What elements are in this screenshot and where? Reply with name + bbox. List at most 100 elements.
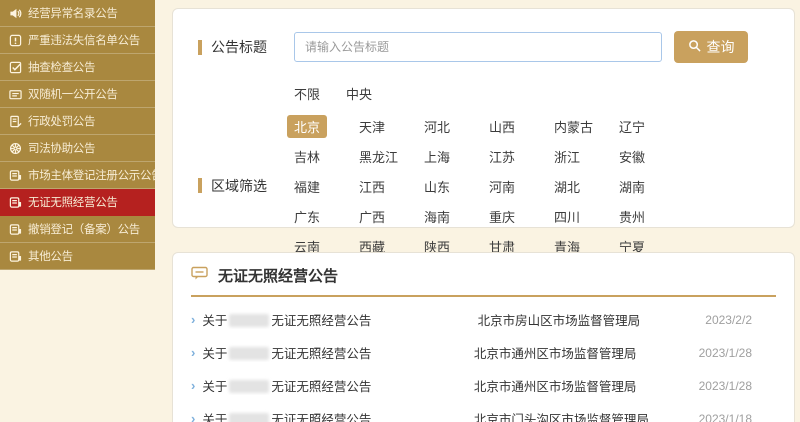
query-button[interactable]: 查询	[674, 31, 748, 63]
search-label: 公告标题	[198, 37, 294, 57]
province-option[interactable]: 福建	[294, 175, 359, 198]
speaker-icon	[8, 6, 23, 21]
province-label: 广西	[352, 205, 392, 228]
province-label: 安徽	[612, 145, 652, 168]
province-option[interactable]: 安徽	[619, 145, 684, 168]
sidebar-item-label: 抽查检查公告	[28, 59, 95, 75]
sidebar-item-label: 严重违法失信名单公告	[28, 32, 140, 48]
province-option[interactable]: 山西	[489, 115, 554, 138]
province-label: 天津	[352, 115, 392, 138]
sidebar-item[interactable]: 其他公告	[0, 243, 155, 270]
province-option[interactable]: 天津	[359, 115, 424, 138]
province-option[interactable]: 内蒙古	[554, 115, 619, 138]
redacted-text	[229, 413, 269, 422]
sidebar-item[interactable]: 双随机一公开公告	[0, 81, 155, 108]
announcement-date: 2023/2/2	[705, 313, 752, 327]
issuing-authority: 北京市房山区市场监督管理局	[478, 310, 706, 329]
province-option[interactable]: 贵州	[619, 205, 684, 228]
announcement-title: 关于无证无照经营公告	[202, 343, 474, 362]
province-option[interactable]: 湖南	[619, 175, 684, 198]
province-label: 山东	[417, 175, 457, 198]
province-option[interactable]: 吉林	[294, 145, 359, 168]
issuing-authority: 北京市通州区市场监督管理局	[474, 343, 699, 362]
sidebar-item[interactable]: 司法协助公告	[0, 135, 155, 162]
province-label: 海南	[417, 205, 457, 228]
announcement-list: ›关于无证无照经营公告北京市房山区市场监督管理局2023/2/2›关于无证无照经…	[173, 303, 794, 422]
sidebar-item[interactable]: 严重违法失信名单公告	[0, 27, 155, 54]
province-label: 上海	[417, 145, 457, 168]
sidebar-item[interactable]: 撤销登记（备案）公告	[0, 216, 155, 243]
province-option[interactable]: 广东	[294, 205, 359, 228]
sidebar-item[interactable]: 经营异常名录公告	[0, 0, 155, 27]
license-icon	[8, 195, 23, 210]
province-option[interactable]: 北京	[294, 115, 359, 138]
province-label: 内蒙古	[547, 115, 600, 138]
province-label: 贵州	[612, 205, 652, 228]
province-option[interactable]: 山东	[424, 175, 489, 198]
province-option[interactable]: 广西	[359, 205, 424, 228]
province-label: 广东	[287, 205, 327, 228]
license-icon	[8, 222, 23, 237]
province-option[interactable]: 黑龙江	[359, 145, 424, 168]
sidebar-item-label: 双随机一公开公告	[28, 86, 118, 102]
license-icon	[8, 249, 23, 264]
region-label-text: 区域筛选	[211, 176, 267, 196]
province-option[interactable]: 浙江	[554, 145, 619, 168]
gold-bar-decoration	[198, 178, 202, 193]
announcement-list-panel: 无证无照经营公告 › 关于无证无照经营公告北京市房山区市场监督管理局2023/2/…	[172, 252, 795, 422]
sidebar-item[interactable]: 行政处罚公告	[0, 108, 155, 135]
search-label-text: 公告标题	[211, 37, 267, 57]
chevron-right-icon: ›	[191, 345, 195, 360]
province-label: 湖北	[547, 175, 587, 198]
checkbox-icon	[8, 60, 23, 75]
announcement-date: 2023/1/18	[699, 412, 752, 422]
province-label: 湖南	[612, 175, 652, 198]
sidebar-item-label: 经营异常名录公告	[28, 5, 118, 21]
license-icon	[8, 168, 23, 183]
sidebar-item[interactable]: 市场主体登记注册公示公告	[0, 162, 155, 189]
announcement-title: 关于无证无照经营公告	[202, 310, 477, 329]
province-option[interactable]: 河南	[489, 175, 554, 198]
province-option[interactable]: 上海	[424, 145, 489, 168]
announcement-date: 2023/1/28	[699, 346, 752, 360]
sidebar-item-label: 行政处罚公告	[28, 113, 95, 129]
province-option[interactable]: 重庆	[489, 205, 554, 228]
province-label: 辽宁	[612, 115, 652, 138]
chevron-right-icon: ›	[191, 312, 195, 327]
search-filter-panel: 公告标题 查询 区域筛选 不限中央 北京天津河北山西内蒙古辽宁吉林黑龙江上海江苏…	[172, 8, 795, 228]
sidebar-item[interactable]: 无证无照经营公告	[0, 189, 155, 216]
sidebar-item-label: 无证无照经营公告	[28, 194, 118, 210]
announcement-row[interactable]: › 关于无证无照经营公告北京市房山区市场监督管理局2023/2/2	[173, 303, 794, 336]
province-label: 福建	[287, 175, 327, 198]
document-icon	[8, 114, 23, 129]
issuing-authority: 北京市门头沟区市场监督管理局	[474, 409, 699, 422]
sidebar-item-label: 其他公告	[28, 248, 73, 264]
sidebar: 经营异常名录公告严重违法失信名单公告抽查检查公告双随机一公开公告行政处罚公告司法…	[0, 0, 155, 270]
province-option[interactable]: 湖北	[554, 175, 619, 198]
province-label: 江苏	[482, 145, 522, 168]
province-label: 四川	[547, 205, 587, 228]
province-option[interactable]: 江苏	[489, 145, 554, 168]
scope-option[interactable]: 中央	[346, 84, 372, 103]
province-option[interactable]: 河北	[424, 115, 489, 138]
announcement-date: 2023/1/28	[699, 379, 752, 393]
province-label: 北京	[287, 115, 327, 138]
province-option[interactable]: 海南	[424, 205, 489, 228]
announcement-row[interactable]: ›关于无证无照经营公告北京市通州区市场监督管理局2023/1/28	[173, 369, 794, 402]
province-option[interactable]: 辽宁	[619, 115, 684, 138]
announcement-row[interactable]: › 关于无证无照经营公告北京市通州区市场监督管理局2023/1/28	[173, 336, 794, 369]
section-title: 无证无照经营公告	[218, 265, 338, 286]
sidebar-item[interactable]: 抽查检查公告	[0, 54, 155, 81]
province-label: 重庆	[482, 205, 522, 228]
scope-option[interactable]: 不限	[294, 84, 320, 103]
search-row: 公告标题 查询	[198, 31, 794, 63]
province-option[interactable]: 江西	[359, 175, 424, 198]
scope-options: 不限 中央	[294, 83, 794, 103]
province-option[interactable]: 四川	[554, 205, 619, 228]
province-label: 吉林	[287, 145, 327, 168]
announcement-row[interactable]: ›关于无证无照经营公告北京市门头沟区市场监督管理局2023/1/18	[173, 402, 794, 422]
province-label: 浙江	[547, 145, 587, 168]
announcement-title-input[interactable]	[294, 32, 662, 62]
gear-icon	[8, 141, 23, 156]
province-label: 江西	[352, 175, 392, 198]
